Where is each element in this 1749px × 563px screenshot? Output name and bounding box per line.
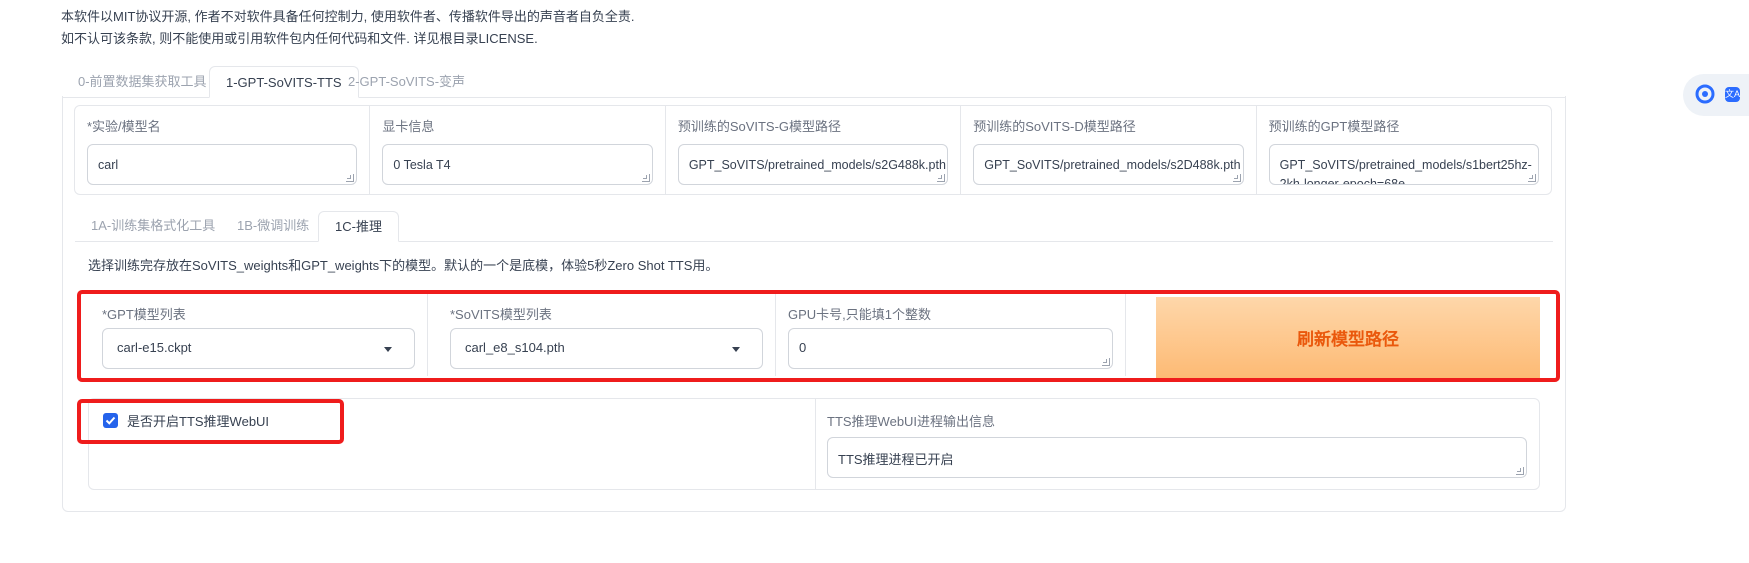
resize-handle-icon[interactable] <box>937 174 946 182</box>
tab-dataset-format[interactable]: 1A-训练集格式化工具 <box>75 211 231 241</box>
webui-output-value: TTS推理进程已开启 <box>838 452 954 467</box>
gpu-number-value: 0 <box>799 340 807 355</box>
webui-row: 是否开启TTS推理WebUI TTS推理WebUI进程输出信息 TTS推理进程已… <box>88 398 1540 490</box>
gpt-model-list-group: *GPT模型列表 carl-e15.ckpt <box>80 294 428 376</box>
license-notice-line1: 本软件以MIT协议开源, 作者不对软件具备任何控制力, 使用软件者、传播软件导出… <box>61 9 635 24</box>
gpu-info-value: 0 Tesla T4 <box>393 158 451 172</box>
gpt-model-list-label: *GPT模型列表 <box>102 307 186 322</box>
gpu-info-input[interactable]: 0 Tesla T4 <box>382 144 653 185</box>
assistant-icon[interactable] <box>1695 84 1715 104</box>
model-config-row: *实验/模型名 carl 显卡信息 0 Tesla T4 预训练的SoVITS-… <box>74 105 1552 195</box>
gpt-path-value: GPT_SoVITS/pretrained_models/s1bert25hz-… <box>1279 158 1532 185</box>
sovits-g-path-input[interactable]: GPT_SoVITS/pretrained_models/s2G488k.pth <box>677 144 949 185</box>
check-icon <box>105 416 116 425</box>
resize-handle-icon[interactable] <box>1102 358 1110 366</box>
exp-name-input[interactable]: carl <box>87 144 358 185</box>
gpu-info-label: 显卡信息 <box>382 119 435 134</box>
sovits-model-dropdown[interactable]: carl_e8_s104.pth <box>450 328 763 369</box>
resize-handle-icon[interactable] <box>346 174 355 182</box>
exp-name-field-group: *实验/模型名 carl <box>75 106 371 194</box>
gpu-number-input[interactable]: 0 <box>788 328 1113 369</box>
gpt-path-label: 预训练的GPT模型路径 <box>1268 119 1400 134</box>
inference-description: 选择训练完存放在SoVITS_weights和GPT_weights下的模型。默… <box>88 258 719 273</box>
gpt-model-selected: carl-e15.ckpt <box>117 340 192 355</box>
tab-finetune[interactable]: 1B-微调训练 <box>221 211 325 241</box>
resize-handle-icon[interactable] <box>641 174 650 182</box>
gpu-number-label: GPU卡号,只能填1个整数 <box>788 307 932 322</box>
sovits-d-path-field-group: 预训练的SoVITS-D模型路径 GPT_SoVITS/pretrained_m… <box>961 106 1257 194</box>
chevron-down-icon <box>732 347 740 352</box>
license-notice-line2: 如不认可该条款, 则不能使用或引用软件包内任何代码和文件. 详见根目录LICEN… <box>61 31 538 46</box>
tab-inference[interactable]: 1C-推理 <box>318 211 399 242</box>
sovits-g-path-field-group: 预训练的SoVITS-G模型路径 GPT_SoVITS/pretrained_m… <box>666 106 962 194</box>
webui-output-textbox[interactable]: TTS推理进程已开启 <box>827 437 1527 478</box>
sub-tab-bar: 1A-训练集格式化工具 1B-微调训练 1C-推理 <box>75 211 1553 242</box>
sovits-d-path-input[interactable]: GPT_SoVITS/pretrained_models/s2D488k.pth <box>973 144 1244 185</box>
gpu-number-group: GPU卡号,只能填1个整数 0 <box>776 294 1126 376</box>
sovits-model-list-label: *SoVITS模型列表 <box>450 307 552 322</box>
resize-handle-icon[interactable] <box>1516 467 1524 475</box>
translate-icon[interactable]: 文A <box>1725 87 1740 102</box>
sovits-model-selected: carl_e8_s104.pth <box>465 340 565 355</box>
gpt-path-input[interactable]: GPT_SoVITS/pretrained_models/s1bert25hz-… <box>1268 144 1540 185</box>
floating-toolbar[interactable]: 文A <box>1683 74 1749 116</box>
sovits-model-list-group: *SoVITS模型列表 carl_e8_s104.pth <box>428 294 776 376</box>
chevron-down-icon <box>384 347 392 352</box>
resize-handle-icon[interactable] <box>1232 174 1241 182</box>
sovits-d-path-value: GPT_SoVITS/pretrained_models/s2D488k.pth <box>984 158 1241 172</box>
gpt-model-dropdown[interactable]: carl-e15.ckpt <box>102 328 415 369</box>
webui-checkbox[interactable] <box>103 413 118 428</box>
exp-name-label: *实验/模型名 <box>87 119 161 134</box>
gpu-info-field-group: 显卡信息 0 Tesla T4 <box>370 106 666 194</box>
top-tab-bar: 0-前置数据集获取工具 1-GPT-SoVITS-TTS 2-GPT-SoVIT… <box>62 66 1566 98</box>
webui-output-label: TTS推理WebUI进程输出信息 <box>827 414 996 429</box>
webui-row-divider <box>815 399 816 489</box>
sovits-g-path-label: 预训练的SoVITS-G模型路径 <box>677 119 842 134</box>
webui-checkbox-label[interactable]: 是否开启TTS推理WebUI <box>127 411 269 430</box>
gpt-path-field-group: 预训练的GPT模型路径 GPT_SoVITS/pretrained_models… <box>1257 106 1551 194</box>
sovits-d-path-label: 预训练的SoVITS-D模型路径 <box>973 119 1136 134</box>
sovits-g-path-value: GPT_SoVITS/pretrained_models/s2G488k.pth <box>688 158 946 172</box>
tab-voice-changer[interactable]: 2-GPT-SoVITS-变声 <box>332 66 481 97</box>
tab-dataset-tools[interactable]: 0-前置数据集获取工具 <box>62 66 223 97</box>
refresh-model-paths-button[interactable]: 刷新模型路径 <box>1156 297 1540 378</box>
exp-name-value: carl <box>98 158 119 172</box>
resize-handle-icon[interactable] <box>1528 174 1537 182</box>
